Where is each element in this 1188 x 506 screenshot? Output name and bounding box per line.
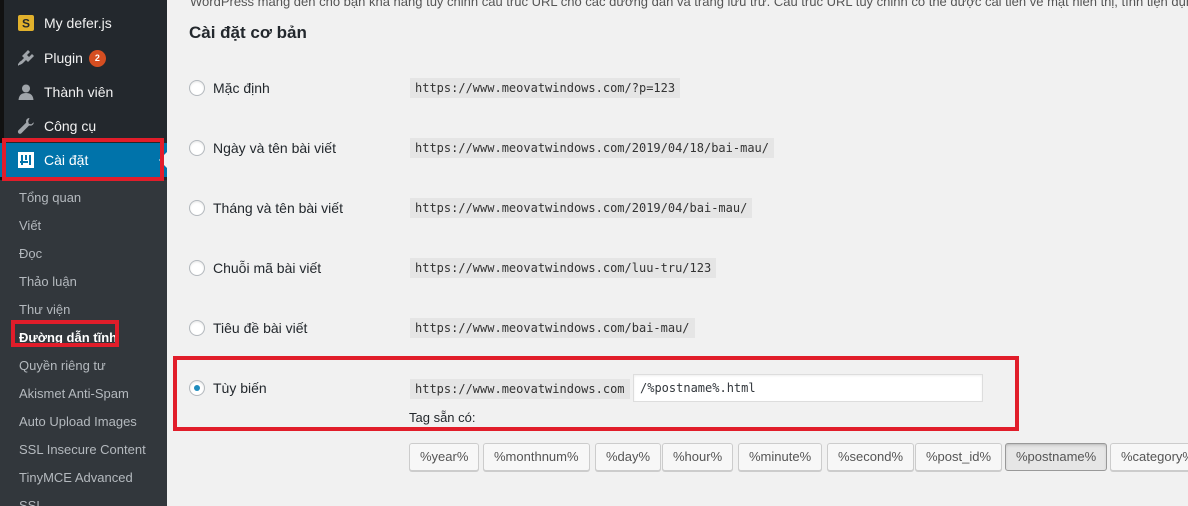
svg-text:S: S: [22, 17, 30, 31]
permalink-option-day-name[interactable]: Ngày và tên bài viết: [189, 138, 336, 158]
custom-structure-input[interactable]: [633, 374, 983, 402]
radio-button[interactable]: [189, 200, 205, 216]
submenu-item-auto-upload-images[interactable]: Auto Upload Images: [19, 414, 137, 429]
option-label[interactable]: Ngày và tên bài viết: [213, 140, 336, 156]
submenu-item-discussion[interactable]: Thảo luận: [19, 274, 77, 289]
menu-item-tools[interactable]: Công cụ: [0, 109, 167, 143]
menu-label: Thành viên: [44, 84, 114, 100]
tag-button-category[interactable]: %category%: [1110, 443, 1188, 471]
permalink-option-default[interactable]: Mặc định: [189, 78, 270, 98]
permalink-option-month-name[interactable]: Tháng và tên bài viết: [189, 198, 343, 218]
option-label[interactable]: Mặc định: [213, 80, 270, 96]
permalink-option-post-name[interactable]: Tiêu đề bài viết: [189, 318, 307, 338]
section-title: Cài đặt cơ bản: [189, 23, 307, 42]
radio-button[interactable]: [189, 140, 205, 156]
wrench-icon: [16, 116, 36, 136]
tag-button-postname[interactable]: %postname%: [1005, 443, 1108, 471]
menu-item-plugin[interactable]: Plugin 2: [0, 41, 167, 75]
settings-icon: [16, 150, 36, 170]
example-url: https://www.meovatwindows.com/2019/04/ba…: [410, 198, 753, 218]
menu-label: Công cụ: [44, 118, 97, 134]
example-url: https://www.meovatwindows.com/?p=123: [410, 78, 681, 98]
base-url: https://www.meovatwindows.com: [410, 379, 630, 399]
menu-label: My defer.js: [44, 15, 112, 31]
permalink-option-numeric[interactable]: Chuỗi mã bài viết: [189, 258, 321, 278]
radio-button-checked[interactable]: [189, 380, 205, 396]
submenu-item-writing[interactable]: Viết: [19, 218, 41, 233]
permalink-settings-page: WordPress mang đến cho bạn khả năng tùy …: [167, 0, 1188, 506]
user-icon: [16, 82, 36, 102]
submenu-item-general[interactable]: Tổng quan: [19, 190, 81, 205]
tag-button-day[interactable]: %day%: [595, 443, 662, 471]
submenu-item-akismet[interactable]: Akismet Anti-Spam: [19, 386, 129, 401]
radio-button[interactable]: [189, 260, 205, 276]
permalink-option-custom[interactable]: Tùy biến: [189, 378, 267, 398]
tag-button-minute[interactable]: %minute%: [738, 443, 823, 471]
tag-button-second[interactable]: %second%: [827, 443, 915, 471]
update-count-badge: 2: [88, 49, 106, 67]
option-label[interactable]: Tháng và tên bài viết: [213, 200, 343, 216]
submenu-item-privacy[interactable]: Quyền riêng tư: [19, 358, 106, 373]
admin-sidebar: S My defer.js Plugin 2 Thành viên Công c…: [0, 0, 167, 506]
menu-label: Plugin: [44, 50, 83, 66]
menu-item-settings[interactable]: Cài đặt: [0, 143, 167, 177]
submenu-item-reading[interactable]: Đọc: [19, 246, 42, 261]
submenu-item-permalinks[interactable]: Đường dẫn tĩnh: [19, 330, 117, 345]
submenu-item-media[interactable]: Thư viện: [19, 302, 70, 317]
radio-button[interactable]: [189, 320, 205, 336]
radio-button[interactable]: [189, 80, 205, 96]
submenu-item-ssl[interactable]: SSL: [19, 498, 44, 506]
option-label[interactable]: Chuỗi mã bài viết: [213, 260, 321, 276]
tag-button-post-id[interactable]: %post_id%: [915, 443, 1003, 471]
option-label[interactable]: Tùy biến: [213, 380, 267, 396]
tag-button-hour[interactable]: %hour%: [662, 443, 734, 471]
plugin-icon: [16, 48, 36, 68]
example-url: https://www.meovatwindows.com/luu-tru/12…: [410, 258, 717, 278]
menu-item-users[interactable]: Thành viên: [0, 75, 167, 109]
intro-text: WordPress mang đến cho bạn khả năng tùy …: [190, 0, 1188, 9]
available-tags-label: Tag sẵn có:: [409, 410, 476, 425]
tag-button-monthnum[interactable]: %monthnum%: [483, 443, 590, 471]
menu-label: Cài đặt: [44, 152, 89, 168]
plugin-s-icon: S: [16, 13, 36, 33]
example-url: https://www.meovatwindows.com/2019/04/18…: [410, 138, 775, 158]
settings-submenu: Tổng quan Viết Đọc Thảo luận Thư viện Đư…: [0, 180, 167, 506]
tag-button-year[interactable]: %year%: [409, 443, 480, 471]
submenu-item-tinymce-advanced[interactable]: TinyMCE Advanced: [19, 470, 133, 485]
submenu-item-ssl-insecure-content[interactable]: SSL Insecure Content: [19, 442, 146, 457]
option-label[interactable]: Tiêu đề bài viết: [213, 320, 307, 336]
menu-item-my-defer[interactable]: S My defer.js: [0, 6, 167, 40]
example-url: https://www.meovatwindows.com/bai-mau/: [410, 318, 695, 338]
